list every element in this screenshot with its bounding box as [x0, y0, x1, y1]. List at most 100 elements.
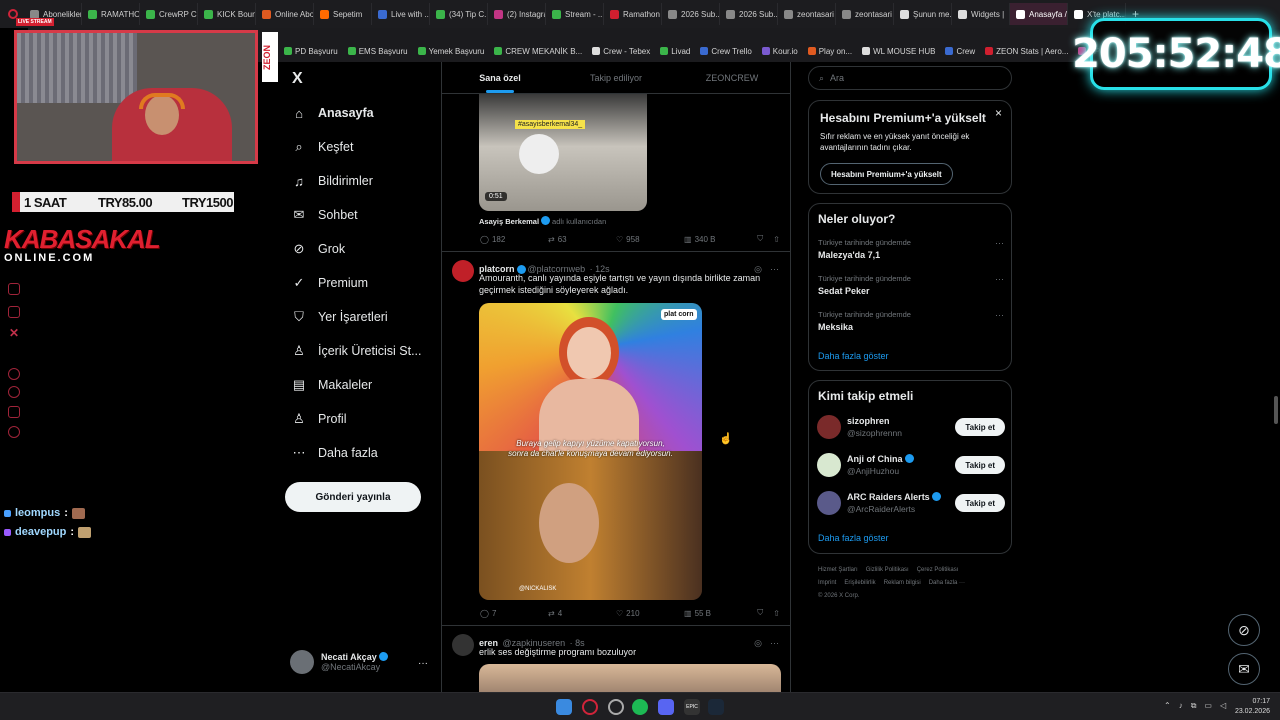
- follow-button[interactable]: Takip et: [955, 418, 1005, 436]
- nav-item-mail[interactable]: ✉ Sohbet: [292, 207, 358, 222]
- sidebar-app-icon[interactable]: [8, 306, 20, 318]
- footer-link[interactable]: Erişilebilirlik: [844, 580, 875, 586]
- browser-tab[interactable]: Ramathon: [604, 3, 662, 25]
- like-button[interactable]: ♡ 958: [616, 234, 684, 244]
- nav-item-home[interactable]: ⌂ Anasayfa: [292, 106, 374, 121]
- browser-tab[interactable]: (2) Instagram: [488, 3, 546, 25]
- share-icon[interactable]: ⇧: [773, 609, 780, 618]
- follow-suggestion[interactable]: sizophren @sizophrennn Takip et: [817, 415, 1005, 439]
- nav-item-creator[interactable]: ♙ İçerik Üreticisi St...: [292, 343, 421, 358]
- browser-tab[interactable]: Stream - ...: [546, 3, 604, 25]
- browser-tab[interactable]: Online Abone: [256, 3, 314, 25]
- video-source[interactable]: Asayiş Berkemal adlı kullanıcıdan: [479, 216, 606, 226]
- tab-following[interactable]: Takip ediliyor: [558, 62, 674, 93]
- trend-item[interactable]: Türkiye tarihinde gündemde Meksika ···: [818, 310, 1004, 332]
- avatar[interactable]: [817, 453, 841, 477]
- post-image[interactable]: [479, 664, 781, 692]
- discord-icon[interactable]: [658, 699, 674, 715]
- bookmark-item[interactable]: Livad: [660, 47, 690, 56]
- bookmark-item[interactable]: Play on...: [807, 47, 852, 56]
- tab-zeoncrew[interactable]: ZEONCREW: [674, 62, 790, 93]
- views-button[interactable]: ▥ 55 B: [684, 608, 752, 618]
- more-icon[interactable]: ···: [995, 310, 1004, 320]
- like-button[interactable]: ♡ 210: [616, 608, 684, 618]
- bookmark-item[interactable]: Crew: [945, 47, 975, 56]
- nav-item-more[interactable]: ⋯ Daha fazla: [292, 445, 378, 460]
- epic-games-icon[interactable]: EPIC: [684, 699, 700, 715]
- mail-icon[interactable]: ✉: [1228, 653, 1260, 685]
- browser-tab[interactable]: 2026 Sub...: [720, 3, 778, 25]
- windows-start-icon[interactable]: [556, 699, 572, 715]
- close-icon[interactable]: ×: [995, 106, 1002, 120]
- bookmark-item[interactable]: Crew - Tebex: [592, 47, 650, 56]
- bookmark-item[interactable]: Crew Trello: [700, 47, 752, 56]
- trend-item[interactable]: Türkiye tarihinde gündemde Malezya'da 7,1…: [818, 238, 1004, 260]
- bookmark-icon[interactable]: ⛉: [757, 234, 763, 244]
- avatar[interactable]: [817, 415, 841, 439]
- browser-tab[interactable]: RAMATHON: [82, 3, 140, 25]
- footer-link[interactable]: © 2026 X Corp.: [818, 593, 859, 599]
- footer-link[interactable]: Çerez Politikası: [917, 567, 959, 573]
- bookmark-item[interactable]: WL MOUSE HUB: [862, 47, 935, 56]
- nav-item-bell[interactable]: ♫ Bildirimler: [292, 174, 373, 189]
- grok-icon[interactable]: ◎: [754, 638, 762, 649]
- more-icon[interactable]: ···: [418, 658, 428, 669]
- post[interactable]: eren @zapkinuseren · 8s ◎ ··· erlik ses …: [442, 626, 790, 692]
- avatar[interactable]: [452, 634, 474, 656]
- x-icon[interactable]: ✕: [9, 326, 21, 340]
- views-button[interactable]: ▥ 340 B: [684, 234, 752, 244]
- post-button[interactable]: Gönderi yayınla: [285, 482, 421, 512]
- who-show-more[interactable]: Daha fazla göster: [818, 533, 889, 543]
- sidebar-app-icon[interactable]: [8, 368, 20, 380]
- bookmark-icon[interactable]: ⛉: [757, 608, 763, 618]
- tab-for-you[interactable]: Sana özel: [442, 62, 558, 93]
- more-icon[interactable]: ···: [770, 264, 779, 274]
- account-switcher[interactable]: Necati Akçay @NecatiAkcay: [290, 650, 390, 674]
- search-input[interactable]: ⌕ Ara: [808, 66, 1012, 90]
- nav-item-bookmark[interactable]: ⛉ Yer İşaretleri: [292, 309, 388, 324]
- reply-button[interactable]: ◯ 7: [480, 608, 548, 618]
- nav-item-article[interactable]: ▤ Makaleler: [292, 377, 372, 392]
- avatar[interactable]: [817, 491, 841, 515]
- nav-item-profile[interactable]: ♙ Profil: [292, 411, 346, 426]
- avatar[interactable]: [452, 260, 474, 282]
- nav-item-search[interactable]: ⌕ Keşfet: [292, 139, 353, 154]
- footer-link[interactable]: Daha fazla ···: [929, 580, 965, 586]
- nav-item-grok[interactable]: ⊘ Grok: [292, 241, 346, 256]
- more-icon[interactable]: ···: [770, 638, 779, 648]
- post[interactable]: #asayisberkemal34_ 0:51 Asayiş Berkemal a…: [442, 94, 790, 252]
- post-video[interactable]: #asayisberkemal34_ 0:51: [479, 94, 647, 211]
- browser-tab[interactable]: (34) Tip C...: [430, 3, 488, 25]
- settings-icon[interactable]: [8, 426, 20, 438]
- reply-button[interactable]: ◯ 182: [480, 234, 548, 244]
- spotify-icon[interactable]: [632, 699, 648, 715]
- browser-tab[interactable]: Widgets |: [952, 3, 1010, 25]
- browser-tab[interactable]: zeontasari: [836, 3, 894, 25]
- grok-icon[interactable]: ⊘: [1228, 614, 1260, 646]
- clock[interactable]: 07:17 23.02.2026: [1232, 697, 1270, 717]
- obs-icon[interactable]: [608, 699, 624, 715]
- footer-link[interactable]: Gizlilik Politikası: [866, 567, 909, 573]
- bookmark-item[interactable]: Yemek Başvuru: [417, 47, 484, 56]
- follow-button[interactable]: Takip et: [955, 456, 1005, 474]
- bookmark-item[interactable]: CREW MEKANİK B...: [494, 47, 582, 56]
- follow-suggestion[interactable]: Anji of China @AnjiHuzhou Takip et: [817, 453, 1005, 477]
- footer-link[interactable]: Reklam bilgisi: [884, 580, 921, 586]
- sidebar-app-icon[interactable]: [8, 283, 20, 295]
- browser-tab[interactable]: KICK Bounties: [198, 3, 256, 25]
- browser-tab[interactable]: CrewRP Cities: [140, 3, 198, 25]
- repost-button[interactable]: ⇄ 4: [548, 608, 616, 618]
- share-icon[interactable]: ⇧: [773, 235, 780, 244]
- bookmark-item[interactable]: PD Başvuru: [284, 47, 338, 56]
- post[interactable]: platcorn @platcornweb · 12s ◎ ··· Amoura…: [442, 252, 790, 626]
- x-logo-icon[interactable]: X: [292, 70, 303, 88]
- bookmark-item[interactable]: EMS Başvuru: [347, 47, 408, 56]
- browser-tab[interactable]: zeontasari: [778, 3, 836, 25]
- follow-suggestion[interactable]: ARC Raiders Alerts @ArcRaiderAlerts Takip …: [817, 491, 1005, 515]
- browser-tab[interactable]: Live with ...: [372, 3, 430, 25]
- more-icon[interactable]: ···: [995, 274, 1004, 284]
- more-icon[interactable]: ···: [995, 238, 1004, 248]
- follow-button[interactable]: Takip et: [955, 494, 1005, 512]
- repost-button[interactable]: ⇄ 63: [548, 234, 616, 244]
- browser-tab[interactable]: Sepetim: [314, 3, 372, 25]
